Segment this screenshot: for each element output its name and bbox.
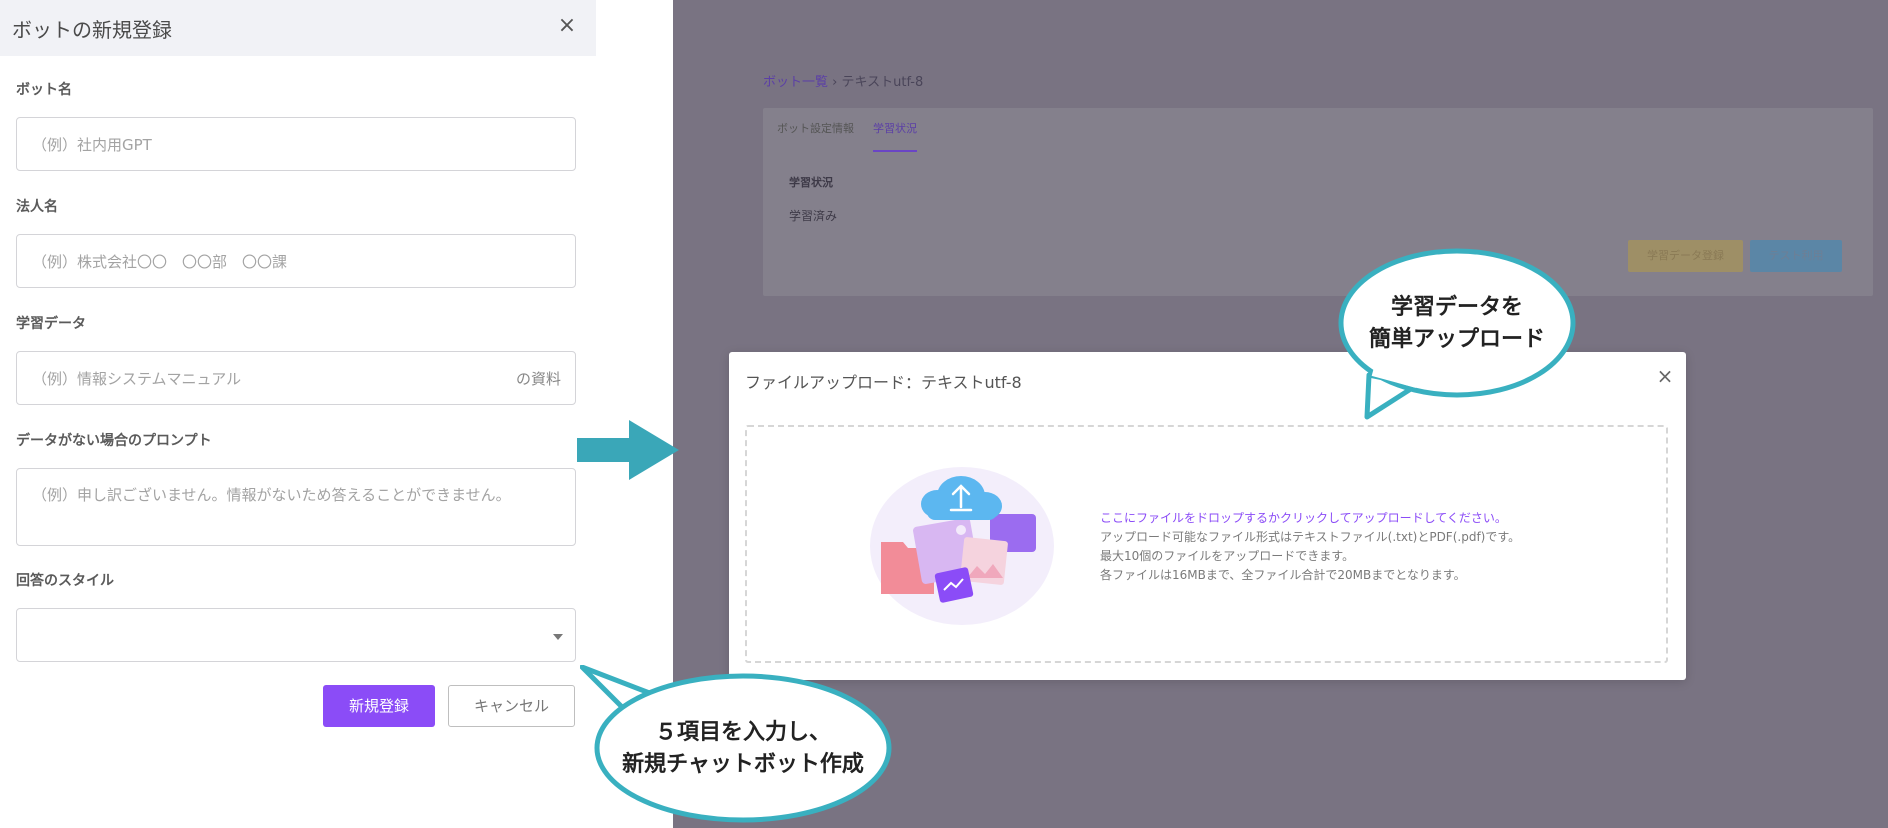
callout-upload: 学習データを 簡単アップロード bbox=[1337, 247, 1577, 422]
training-data-suffix: の資料 bbox=[515, 370, 561, 388]
bot-registration-panel: ボットの新規登録 × ボット名 （例）社内用GPT 法人名 （例）株式会社〇〇 … bbox=[0, 0, 596, 828]
training-data-label: 学習データ bbox=[16, 316, 86, 332]
company-name-input[interactable]: （例）株式会社〇〇 〇〇部 〇〇課 bbox=[16, 234, 576, 288]
bot-name-input[interactable]: （例）社内用GPT bbox=[16, 117, 576, 171]
answer-style-label: 回答のスタイル bbox=[16, 573, 114, 589]
tab-bot-settings[interactable]: ボット設定情報 bbox=[777, 120, 854, 136]
bot-name-placeholder: （例）社内用GPT bbox=[32, 136, 152, 154]
test-use-button[interactable]: テスト利用 bbox=[1750, 240, 1842, 272]
dropzone-instruction: ここにファイルをドロップするかクリックしてアップロードしてください。 bbox=[1100, 511, 1507, 525]
callout-create-line2: 新規チャットボット作成 bbox=[622, 752, 864, 777]
dropzone-file-types: アップロード可能なファイル形式はテキストファイル(.txt)とPDF(.pdf)… bbox=[1100, 530, 1521, 544]
learning-status-value: 学習済み bbox=[789, 209, 838, 223]
dropzone-max-files: 最大10個のファイルをアップロードできます。 bbox=[1100, 549, 1355, 563]
breadcrumb-current: テキストutf-8 bbox=[841, 75, 924, 90]
cancel-button[interactable]: キャンセル bbox=[448, 685, 575, 727]
caret-down-icon bbox=[553, 634, 563, 640]
fallback-prompt-textarea[interactable]: （例）申し訳ございません。情報がないため答えることができません。 bbox=[16, 468, 576, 546]
file-dropzone[interactable]: ここにファイルをドロップするかクリックしてアップロードしてください。 アップロー… bbox=[745, 425, 1668, 663]
fallback-prompt-placeholder: （例）申し訳ございません。情報がないため答えることができません。 bbox=[32, 486, 511, 504]
callout-create: ５項目を入力し、 新規チャットボット作成 bbox=[580, 665, 895, 828]
register-training-data-button[interactable]: 学習データ登録 bbox=[1628, 240, 1743, 272]
bot-name-label: ボット名 bbox=[16, 82, 72, 98]
breadcrumb: ボット一覧 › テキストutf-8 bbox=[763, 71, 923, 90]
callout-upload-line1: 学習データを bbox=[1390, 295, 1523, 320]
form-header: ボットの新規登録 × bbox=[0, 0, 596, 56]
tab-learning-status[interactable]: 学習状況 bbox=[873, 120, 917, 152]
fallback-prompt-label: データがない場合のプロンプト bbox=[16, 433, 212, 449]
company-name-label: 法人名 bbox=[16, 199, 58, 215]
modal-title: ファイルアップロード：テキストutf-8 bbox=[745, 373, 1022, 392]
answer-style-select[interactable] bbox=[16, 608, 576, 662]
close-icon[interactable]: × bbox=[1654, 364, 1676, 388]
training-data-placeholder: （例）情報システムマニュアル bbox=[32, 370, 242, 388]
register-button[interactable]: 新規登録 bbox=[323, 685, 435, 727]
upload-illustration bbox=[870, 467, 1054, 625]
close-icon[interactable]: × bbox=[555, 14, 579, 38]
breadcrumb-separator: › bbox=[832, 75, 838, 90]
form-title: ボットの新規登録 bbox=[12, 18, 172, 42]
callout-create-line1: ５項目を入力し、 bbox=[654, 720, 831, 745]
dropzone-size-limit: 各ファイルは16MBまで、全ファイル合計で20MBまでとなります。 bbox=[1100, 568, 1466, 582]
training-data-input[interactable]: （例）情報システムマニュアル の資料 bbox=[16, 351, 576, 405]
breadcrumb-bot-list-link[interactable]: ボット一覧 bbox=[763, 75, 828, 90]
arrow-right-icon bbox=[577, 420, 679, 480]
company-name-placeholder: （例）株式会社〇〇 〇〇部 〇〇課 bbox=[32, 253, 288, 271]
learning-status-label: 学習状況 bbox=[789, 176, 833, 189]
callout-upload-line2: 簡単アップロード bbox=[1368, 327, 1545, 352]
